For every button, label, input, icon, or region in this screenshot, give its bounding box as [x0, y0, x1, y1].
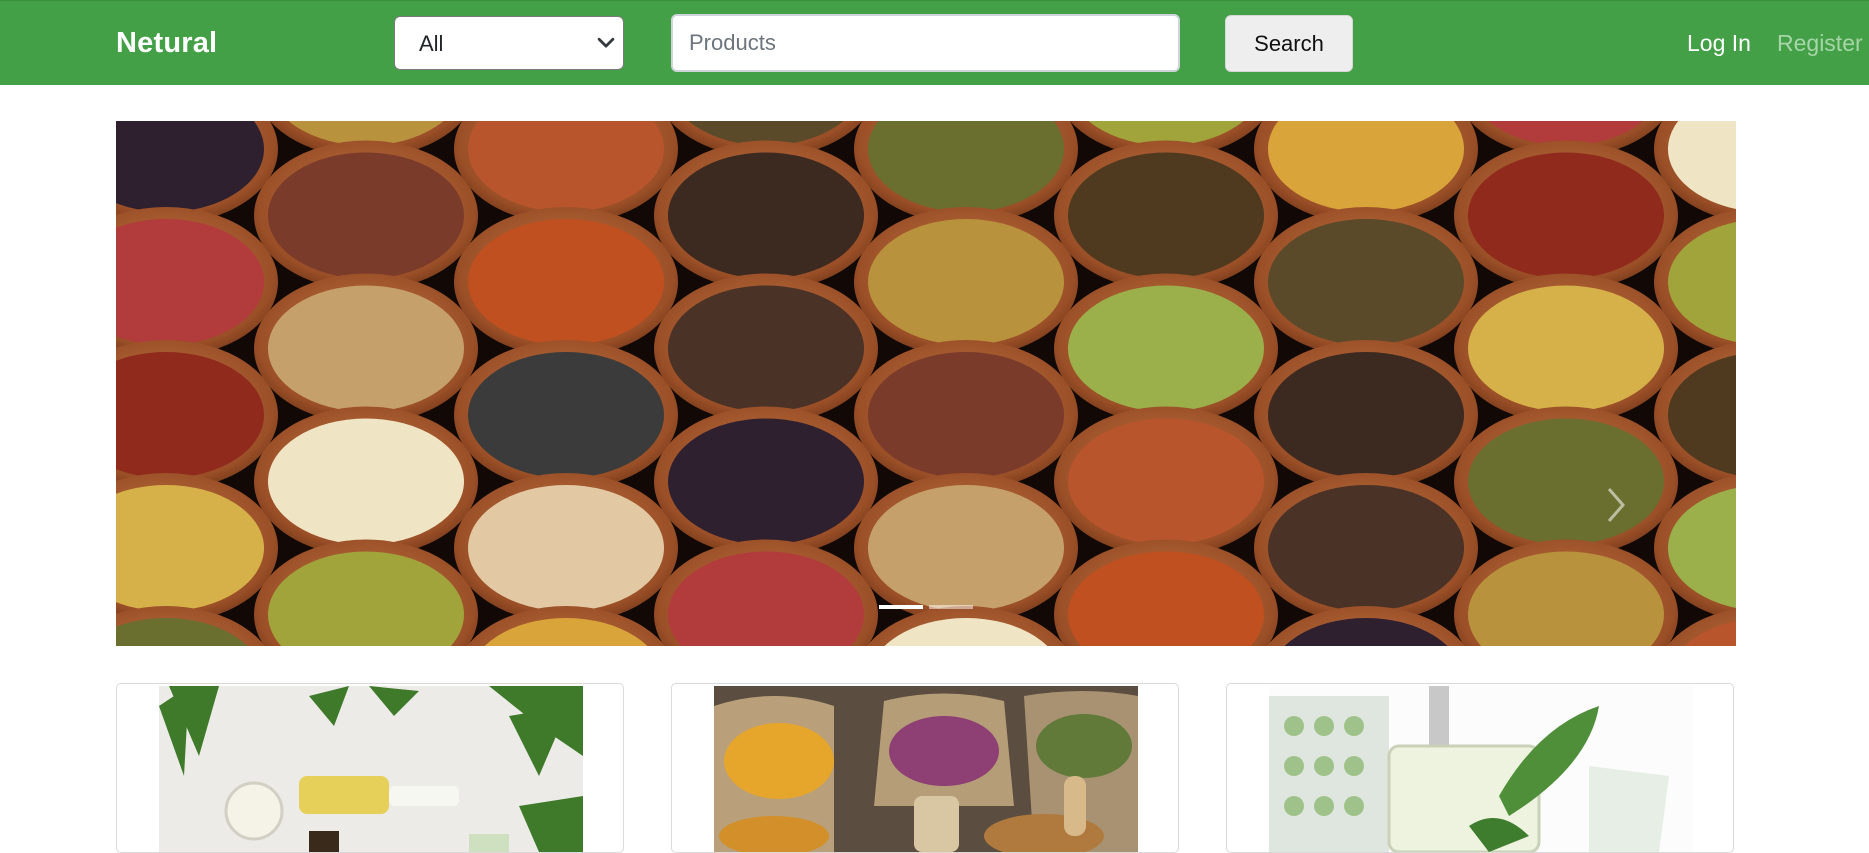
category-card[interactable]: [1226, 683, 1734, 853]
natural-cosmetics-image: [159, 686, 583, 852]
navbar: Netural All Search Log In Register: [0, 0, 1869, 85]
hero-carousel[interactable]: [116, 121, 1736, 646]
category-card[interactable]: [116, 683, 624, 853]
search-input[interactable]: [671, 14, 1180, 72]
category-card[interactable]: [671, 683, 1179, 853]
category-selected-value: All: [419, 31, 444, 56]
carousel-image: [116, 121, 1736, 646]
carousel-indicator[interactable]: [929, 605, 973, 609]
carousel-indicator[interactable]: [879, 605, 923, 609]
category-select[interactable]: All: [394, 16, 624, 70]
login-link[interactable]: Log In: [1687, 30, 1751, 57]
chevron-right-icon[interactable]: [1604, 483, 1628, 527]
herbal-medicine-image: [1269, 686, 1693, 852]
search-button[interactable]: Search: [1225, 15, 1353, 72]
chevron-down-icon: [597, 37, 615, 48]
brand-logo[interactable]: Netural: [116, 27, 217, 60]
register-link[interactable]: Register: [1777, 30, 1863, 57]
carousel-indicators: [116, 605, 1736, 609]
dried-herbs-image: [714, 686, 1138, 852]
